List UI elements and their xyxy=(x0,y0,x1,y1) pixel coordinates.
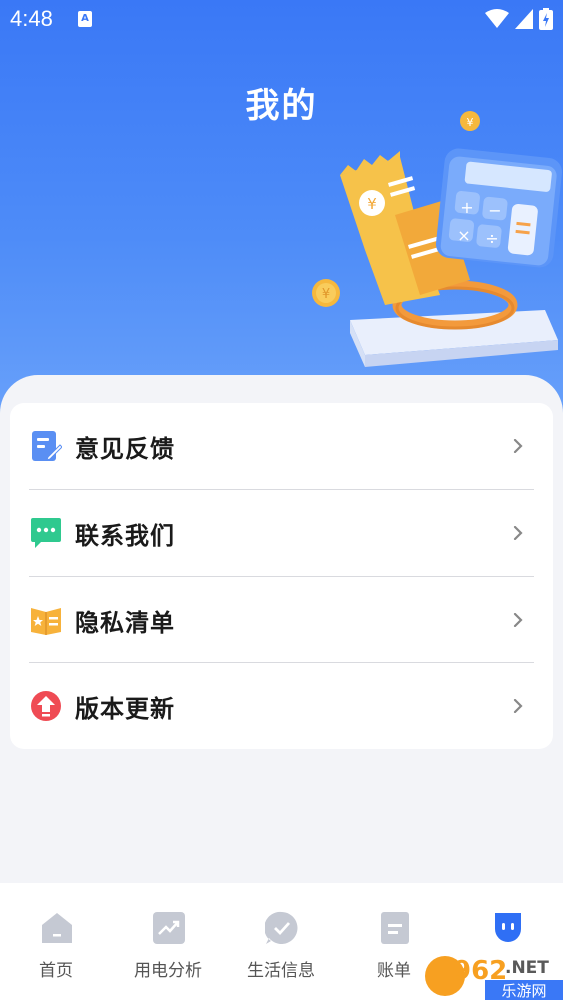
status-icons xyxy=(485,8,553,30)
menu-item-label: 意见反馈 xyxy=(75,434,175,463)
privacy-book-icon xyxy=(31,608,61,635)
svg-text:.NET: .NET xyxy=(505,958,549,978)
nav-label: 首页 xyxy=(39,961,73,981)
menu-item-label: 联系我们 xyxy=(75,521,175,550)
svg-text:¥: ¥ xyxy=(367,195,377,213)
svg-text:乐游网: 乐游网 xyxy=(501,982,546,1000)
signal-icon xyxy=(515,9,533,29)
menu-item-privacy[interactable]: 隐私清单 xyxy=(10,577,553,663)
battery-icon xyxy=(539,8,553,30)
wifi-icon xyxy=(485,9,509,28)
nav-label: 生活信息 xyxy=(247,961,315,981)
home-icon xyxy=(42,913,72,943)
svg-text:×: × xyxy=(457,226,470,245)
chevron-right-icon xyxy=(513,526,523,540)
nav-label: 用电分析 xyxy=(134,961,202,981)
menu-item-version-update[interactable]: 版本更新 xyxy=(10,663,553,749)
chevron-right-icon xyxy=(513,613,523,627)
nav-tab-life-info[interactable]: 生活信息 xyxy=(225,883,337,1000)
svg-text:+: + xyxy=(460,198,473,217)
nav-tab-power-analysis[interactable]: 用电分析 xyxy=(112,883,224,1000)
menu-item-label: 隐私清单 xyxy=(75,608,175,637)
site-watermark-logo: 962 .NET 乐游网 xyxy=(423,946,563,1000)
svg-text:¥: ¥ xyxy=(467,116,474,129)
feedback-icon xyxy=(32,431,62,461)
bill-icon xyxy=(381,912,409,944)
settings-menu-card: 意见反馈 联系我们 隐私清单 版本更新 xyxy=(10,403,553,749)
trend-chart-icon xyxy=(153,912,185,944)
status-time: 4:48 xyxy=(10,6,53,31)
nav-tab-home[interactable]: 首页 xyxy=(0,883,112,1000)
svg-text:¥: ¥ xyxy=(322,287,330,302)
status-bar: 4:48 A xyxy=(0,0,563,40)
menu-item-contact[interactable]: 联系我们 xyxy=(10,490,553,576)
finance-illustration: ¥ + − × ÷ ¥ ¥ xyxy=(312,111,563,367)
chevron-right-icon xyxy=(513,699,523,713)
svg-text:−: − xyxy=(488,201,501,220)
check-bubble-icon xyxy=(265,911,298,944)
chevron-right-icon xyxy=(513,439,523,453)
menu-item-feedback[interactable]: 意见反馈 xyxy=(10,403,553,489)
notification-icon: A xyxy=(78,11,92,27)
profile-face-icon xyxy=(495,913,521,942)
svg-text:÷: ÷ xyxy=(485,229,498,248)
chat-icon xyxy=(31,518,61,548)
menu-item-label: 版本更新 xyxy=(75,694,175,723)
upgrade-icon xyxy=(31,691,61,721)
